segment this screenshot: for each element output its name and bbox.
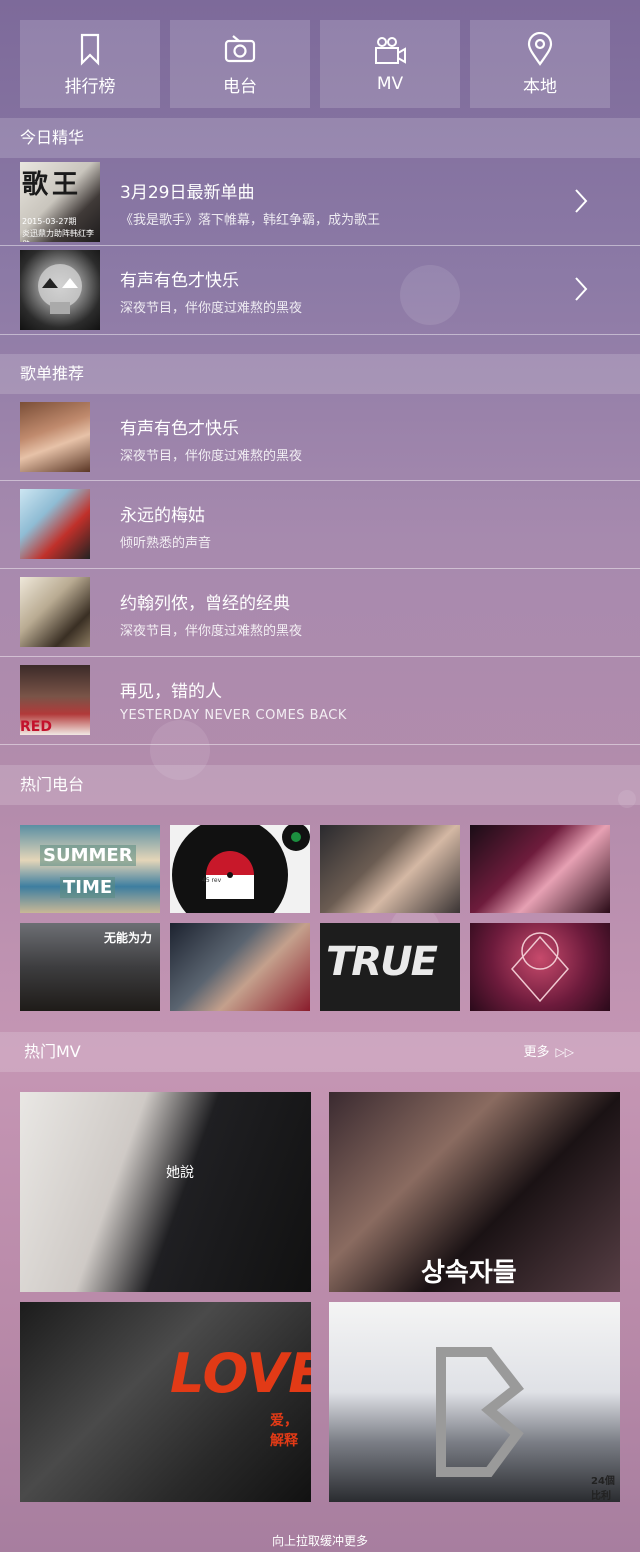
- crosshair-icon: [511, 932, 569, 1003]
- more-label: 更多: [523, 1045, 550, 1060]
- section-header-today: 今日精华: [0, 118, 640, 158]
- chevron-right-icon[interactable]: [574, 276, 588, 302]
- tile-text: TRUE: [326, 939, 438, 985]
- load-more-hint: 向上拉取缓冲更多: [271, 1534, 368, 1548]
- nav-label: 排行榜: [64, 76, 116, 97]
- vinyl-record-icon: [172, 825, 310, 913]
- item-title: 3月29日最新单曲: [120, 183, 255, 203]
- radio-tile[interactable]: [470, 923, 610, 1011]
- radio-grid: SUMMER TIME 45 rev 无能为力 TRUE: [20, 825, 610, 1011]
- section-header-radio: 热门电台: [0, 765, 640, 805]
- more-link[interactable]: 更多 ▷▷: [524, 1032, 574, 1073]
- section-title: 歌单推荐: [20, 364, 85, 383]
- radio-tile[interactable]: 45 rev: [170, 825, 310, 913]
- nav-local-button[interactable]: 本地: [470, 20, 610, 108]
- item-subtitle: 深夜节目，伴你度过难熬的黑夜: [120, 624, 303, 639]
- item-subtitle: YESTERDAY NEVER COMES BACK: [120, 708, 347, 723]
- playlist-cover: [20, 489, 90, 559]
- cover-date: 2015-03-27期: [22, 217, 77, 226]
- mv-tile[interactable]: 她說: [20, 1092, 311, 1292]
- item-subtitle: 深夜节目，伴你度过难熬的黑夜: [120, 301, 303, 316]
- mv-subcaption: 爱，解释: [270, 1413, 298, 1449]
- mv-caption: 상속자들: [421, 1258, 517, 1288]
- nav-radio-button[interactable]: 电台: [170, 20, 310, 108]
- album-cover: 歌王 2015-03-27期 炎迅鼎力助阵韩红李健: [20, 162, 100, 242]
- list-item[interactable]: 约翰列侬，曾经的经典 深夜节目，伴你度过难熬的黑夜: [0, 569, 640, 657]
- item-title: 约翰列侬，曾经的经典: [120, 594, 290, 614]
- playlist-cover: [20, 577, 90, 647]
- mv-caption: LOVE: [170, 1342, 311, 1405]
- radio-tile[interactable]: TRUE: [320, 923, 460, 1011]
- letter-b-logo: [436, 1347, 525, 1477]
- list-item[interactable]: 有声有色才快乐 深夜节目，伴你度过难熬的黑夜: [0, 246, 640, 335]
- playlist-cover: [20, 402, 90, 472]
- mv-caption: 她說: [166, 1165, 194, 1181]
- section-title: 热门MV: [24, 1042, 81, 1061]
- playlist-cover: RED: [20, 665, 90, 735]
- mv-tile[interactable]: 24個比利: [329, 1302, 620, 1502]
- radio-tile[interactable]: [170, 923, 310, 1011]
- radio-icon: [224, 34, 256, 62]
- top-nav: 排行榜 电台 MV 本地: [20, 20, 610, 108]
- video-camera-icon: [375, 37, 406, 64]
- section-title: 热门电台: [20, 775, 85, 794]
- mv-grid: 她說 상속자들 LOVE 爱，解释 24個比利: [20, 1092, 620, 1502]
- nav-mv-button[interactable]: MV: [320, 20, 460, 108]
- list-item[interactable]: 永远的梅姑 倾听熟悉的声音: [0, 481, 640, 569]
- radio-tile[interactable]: [320, 825, 460, 913]
- item-subtitle: 倾听熟悉的声音: [120, 536, 212, 551]
- item-subtitle: 深夜节目，伴你度过难熬的黑夜: [120, 449, 303, 464]
- item-subtitle: 《我是歌手》落下帷幕，韩红争霸，成为歌王: [120, 213, 381, 228]
- section-header-mv: 热门MV 更多 ▷▷: [0, 1032, 640, 1072]
- item-title: 永远的梅姑: [120, 506, 205, 526]
- nav-label: MV: [376, 74, 404, 94]
- nav-label: 本地: [523, 76, 557, 97]
- cover-text: RED: [20, 719, 52, 735]
- radio-tile[interactable]: SUMMER TIME: [20, 825, 160, 913]
- item-title: 再见，错的人: [120, 682, 222, 702]
- radio-tile[interactable]: 无能为力: [20, 923, 160, 1011]
- double-chevron-right-icon: ▷▷: [555, 1045, 574, 1059]
- nav-charts-button[interactable]: 排行榜: [20, 20, 160, 108]
- item-title: 有声有色才快乐: [120, 271, 239, 291]
- nav-label: 电台: [223, 76, 257, 97]
- chevron-right-icon[interactable]: [574, 188, 588, 214]
- list-item[interactable]: RED 再见，错的人 YESTERDAY NEVER COMES BACK: [0, 657, 640, 745]
- item-title: 有声有色才快乐: [120, 419, 239, 439]
- radio-tile[interactable]: [470, 825, 610, 913]
- mv-caption: 24個比利: [591, 1476, 615, 1502]
- tile-text: TIME: [60, 877, 116, 898]
- tile-text: 45 rev: [202, 877, 222, 884]
- tile-text: 无能为力: [103, 931, 152, 945]
- tile-text: SUMMER: [40, 845, 136, 866]
- mv-tile[interactable]: LOVE 爱，解释: [20, 1302, 311, 1502]
- section-header-playlists: 歌单推荐: [0, 354, 640, 394]
- album-cover: [20, 250, 100, 330]
- cover-text: 歌王: [22, 170, 83, 200]
- list-item[interactable]: 歌王 2015-03-27期 炎迅鼎力助阵韩红李健 3月29日最新单曲 《我是歌…: [0, 158, 640, 246]
- bookmark-icon: [80, 33, 100, 66]
- mv-tile[interactable]: 상속자들: [329, 1092, 620, 1292]
- list-item[interactable]: 有声有色才快乐 深夜节目，伴你度过难熬的黑夜: [0, 394, 640, 481]
- location-pin-icon: [527, 31, 553, 66]
- skull-icon: [38, 264, 82, 314]
- section-title: 今日精华: [20, 128, 85, 147]
- cover-caption: 炎迅鼎力助阵韩红李健: [22, 229, 94, 242]
